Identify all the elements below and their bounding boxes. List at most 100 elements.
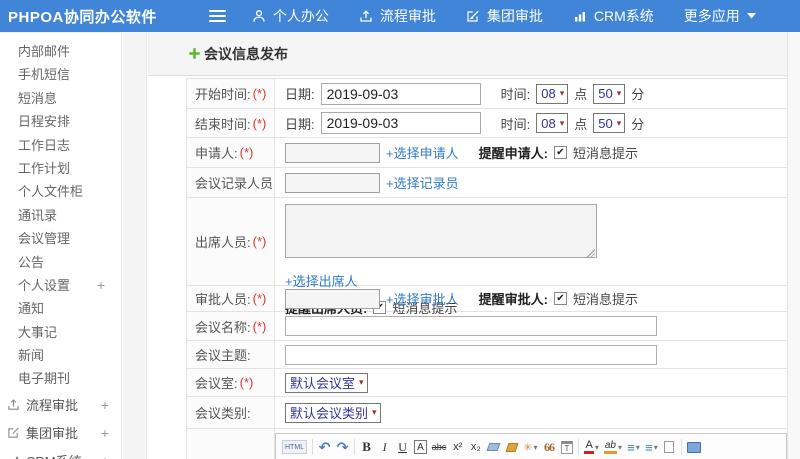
caret-down-icon: ▾ [559, 88, 565, 98]
sidebar-item-schedule[interactable]: 日程安排 [0, 110, 121, 133]
strikethrough-button[interactable]: abc [432, 438, 447, 456]
sidebar-item-news[interactable]: 新闻 [0, 344, 121, 367]
undo-button[interactable]: ↶ [318, 438, 331, 456]
html-source-button[interactable]: HTML [282, 440, 308, 454]
field-label: 结束时间: [195, 116, 251, 132]
expand-plus-icon[interactable]: + [101, 425, 109, 441]
meeting-room-select[interactable]: 默认会议室 ▾ [285, 372, 368, 393]
nav-group-approval[interactable]: 集团审批 [466, 6, 543, 26]
sidebar-item-e-journal[interactable]: 电子期刊 [0, 367, 121, 390]
vertical-scrollbar[interactable] [787, 32, 800, 459]
end-date-input[interactable] [320, 112, 481, 134]
end-minute-select[interactable]: 50 ▾ [593, 113, 626, 133]
toolbar-separator [578, 439, 580, 455]
sidebar-section-crm[interactable]: CRM系统 + [0, 447, 121, 459]
fullscreen-button[interactable] [686, 438, 701, 456]
bold-button[interactable]: B [360, 438, 373, 456]
nav-more-apps[interactable]: 更多应用 [684, 6, 756, 26]
meeting-category-select[interactable]: 默认会议类别 ▾ [285, 402, 381, 423]
caret-down-icon: ▾ [594, 442, 599, 452]
sms-remind-checkbox[interactable]: ✔ [553, 292, 567, 305]
sidebar-item-internal-mail[interactable]: 内部邮件 [0, 40, 121, 63]
sidebar-item-personal-files[interactable]: 个人文件柜 [0, 180, 121, 203]
applicant-input[interactable] [285, 142, 380, 163]
sms-remind-checkbox[interactable]: ✔ [553, 146, 567, 159]
required-marker: (*) [252, 318, 267, 334]
nav-crm[interactable]: CRM系统 [573, 6, 654, 26]
expand-plus-icon[interactable]: + [101, 397, 109, 413]
main-content: 会议信息发布 开始时间:(*) 日期: 时间: 08▾ 点 50▾ 分 结束时间… [148, 32, 787, 459]
start-hour-select[interactable]: 08 ▾ [536, 83, 569, 104]
toolbar-separator [354, 439, 356, 455]
form-row-attendees: 出席人员:(*) +选择出席人 提醒出席人员: ✔ 短消息提示 [187, 198, 787, 316]
required-marker: (*) [252, 234, 267, 249]
form-row-meeting-room: 会议室: (*) 默认会议室 ▾ [187, 369, 787, 397]
unordered-list-icon: ≡ [645, 439, 653, 455]
blockquote-button[interactable]: 66 [542, 438, 555, 456]
monitor-icon [686, 441, 701, 453]
expand-plus-icon[interactable]: + [101, 453, 109, 459]
expand-plus-icon[interactable]: + [97, 274, 105, 297]
required-marker: (*) [252, 86, 267, 101]
highlight-color-button[interactable]: ab ▾ [603, 438, 622, 456]
approver-input[interactable] [285, 288, 380, 309]
paste-text-button[interactable]: T [560, 438, 573, 456]
sidebar-section-group-approval[interactable]: 集团审批 + [0, 419, 121, 447]
caret-down-icon: ▾ [616, 117, 622, 128]
blank-page-icon [664, 441, 675, 453]
select-approver-link[interactable]: +选择审批人 [386, 289, 459, 308]
sidebar: 内部邮件 手机短信 短消息 日程安排 工作日志 工作计划 个人文件柜 通讯录 会… [0, 32, 122, 459]
sidebar-item-personal-settings[interactable]: 个人设置 + [0, 274, 121, 297]
caret-down-icon: ▾ [635, 442, 640, 452]
eraser-icon [486, 443, 501, 451]
form-row-applicant: 申请人: (*) +选择申请人 提醒申请人: ✔ 短消息提示 [187, 138, 787, 168]
meeting-subject-input[interactable] [285, 344, 657, 365]
nav-personal-office[interactable]: 个人办公 [252, 6, 329, 26]
format-brush-button[interactable]: ✳ ▾ [523, 438, 537, 456]
app-logo: PHPOA协同办公软件 [8, 8, 157, 26]
clear-all-button[interactable] [505, 438, 519, 456]
nav-workflow-approval[interactable]: 流程审批 [359, 6, 436, 26]
start-minute-select[interactable]: 50 ▾ [593, 83, 626, 104]
required-marker: (*) [252, 115, 267, 131]
clipboard-icon: T [560, 440, 573, 454]
broom-icon [505, 442, 519, 452]
font-style-button[interactable]: A [414, 440, 427, 454]
sidebar-item-announcement[interactable]: 公告 [0, 251, 121, 274]
select-recorder-link[interactable]: +选择记录员 [386, 173, 459, 192]
sidebar-item-meeting-management[interactable]: 会议管理 [0, 227, 121, 250]
unordered-list-button[interactable]: ≡ ▾ [645, 438, 658, 456]
font-color-button[interactable]: A ▾ [584, 438, 599, 456]
underline-button[interactable]: U [396, 438, 409, 456]
resize-grip-icon[interactable] [586, 248, 595, 257]
sidebar-item-work-log[interactable]: 工作日志 [0, 134, 121, 157]
caret-down-icon: ▾ [533, 442, 538, 452]
subscript-button[interactable]: x₂ [469, 438, 482, 456]
superscript-button[interactable]: x² [451, 438, 464, 456]
redo-button[interactable]: ↷ [336, 438, 349, 456]
italic-button[interactable]: I [378, 438, 391, 456]
sidebar-item-memorabilia[interactable]: 大事记 [0, 321, 121, 344]
attendees-textarea[interactable] [285, 204, 597, 258]
sidebar-item-work-plan[interactable]: 工作计划 [0, 157, 121, 180]
sidebar-item-short-message[interactable]: 短消息 [0, 87, 121, 110]
remove-format-button[interactable] [486, 438, 501, 456]
sidebar-item-contacts[interactable]: 通讯录 [0, 204, 121, 227]
new-page-button[interactable] [663, 438, 676, 456]
meeting-name-input[interactable] [285, 316, 657, 336]
crm-chart-icon [15, 457, 19, 459]
sidebar-item-notification[interactable]: 通知 [0, 297, 121, 320]
field-label: 审批人员: [195, 292, 251, 307]
caret-down-icon: ▾ [559, 117, 565, 128]
field-label: 会议类别: [195, 406, 251, 421]
start-date-input[interactable] [320, 82, 481, 105]
sidebar-section-workflow-approval[interactable]: 流程审批 + [0, 391, 121, 419]
rich-text-editor: HTML ↶ ↷ B I U A abc x² x₂ ✳ ▾ 66 T A ▾ … [275, 433, 787, 459]
recorder-input[interactable] [285, 172, 380, 193]
select-applicant-link[interactable]: +选择申请人 [386, 143, 459, 162]
end-hour-select[interactable]: 08 ▾ [536, 113, 569, 133]
hamburger-menu-icon[interactable] [208, 10, 226, 22]
ordered-list-button[interactable]: ≡ ▾ [627, 438, 640, 456]
sidebar-item-mobile-sms[interactable]: 手机短信 [0, 63, 121, 86]
highlighter-icon: ab [603, 440, 617, 454]
